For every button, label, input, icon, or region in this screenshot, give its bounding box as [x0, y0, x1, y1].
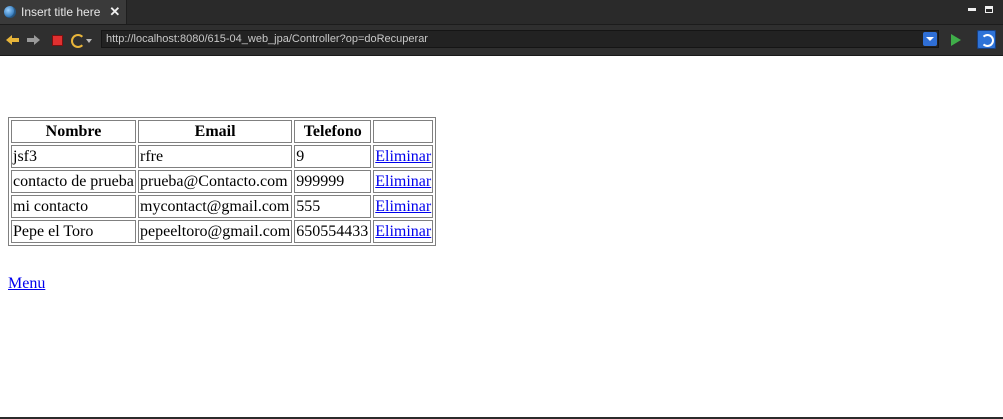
cell-email: pepeeltoro@gmail.com: [138, 220, 293, 243]
header-telefono: Telefono: [294, 120, 372, 143]
tab-insert-title-here[interactable]: Insert title here ✕: [0, 0, 127, 24]
cell-action: Eliminar: [373, 220, 434, 243]
contacts-table: Nombre Email Telefono jsf3 rfre 9 Elimin…: [8, 117, 437, 246]
browser-toolbar: [0, 25, 1003, 56]
eliminar-link[interactable]: Eliminar: [375, 223, 431, 240]
header-actions: [373, 120, 434, 143]
browser-tab-bar: Insert title here ✕: [0, 0, 1003, 25]
table-row: jsf3 rfre 9 Eliminar: [11, 145, 434, 168]
cell-telefono: 555: [294, 195, 372, 218]
cell-nombre: mi contacto: [11, 195, 136, 218]
tab-title: Insert title here: [21, 5, 101, 19]
cell-nombre: contacto de prueba: [11, 170, 136, 193]
url-history-dropdown-icon[interactable]: [923, 32, 937, 46]
address-bar: [101, 30, 939, 48]
header-email: Email: [138, 120, 293, 143]
cell-nombre: Pepe el Toro: [11, 220, 136, 243]
header-nombre: Nombre: [11, 120, 136, 143]
cell-telefono: 650554433: [294, 220, 372, 243]
stop-icon[interactable]: [50, 33, 64, 47]
refresh-icon[interactable]: [70, 33, 92, 48]
cell-email: prueba@Contacto.com: [138, 170, 293, 193]
cell-action: Eliminar: [373, 170, 434, 193]
page-content: Nombre Email Telefono jsf3 rfre 9 Elimin…: [0, 56, 1003, 417]
eliminar-link[interactable]: Eliminar: [375, 198, 431, 215]
cell-action: Eliminar: [373, 195, 434, 218]
go-icon[interactable]: [951, 34, 961, 46]
cell-telefono: 9: [294, 145, 372, 168]
table-header-row: Nombre Email Telefono: [11, 120, 434, 143]
table-row: mi contacto mycontact@gmail.com 555 Elim…: [11, 195, 434, 218]
table-row: Pepe el Toro pepeeltoro@gmail.com 650554…: [11, 220, 434, 243]
maximize-icon[interactable]: [985, 5, 995, 15]
open-external-browser-icon[interactable]: [977, 30, 996, 49]
minimize-icon[interactable]: [967, 5, 977, 15]
cell-nombre: jsf3: [11, 145, 136, 168]
eliminar-link[interactable]: Eliminar: [375, 173, 431, 190]
cell-telefono: 999999: [294, 170, 372, 193]
menu-link[interactable]: Menu: [8, 275, 45, 293]
table-row: contacto de prueba prueba@Contacto.com 9…: [11, 170, 434, 193]
url-input[interactable]: [106, 31, 916, 47]
eliminar-link[interactable]: Eliminar: [375, 148, 431, 165]
back-arrow-icon[interactable]: [6, 33, 20, 47]
cell-email: mycontact@gmail.com: [138, 195, 293, 218]
cell-action: Eliminar: [373, 145, 434, 168]
close-tab-icon[interactable]: ✕: [109, 5, 120, 18]
cell-email: rfre: [138, 145, 293, 168]
forward-arrow-icon[interactable]: [26, 33, 40, 47]
globe-icon: [4, 6, 16, 18]
